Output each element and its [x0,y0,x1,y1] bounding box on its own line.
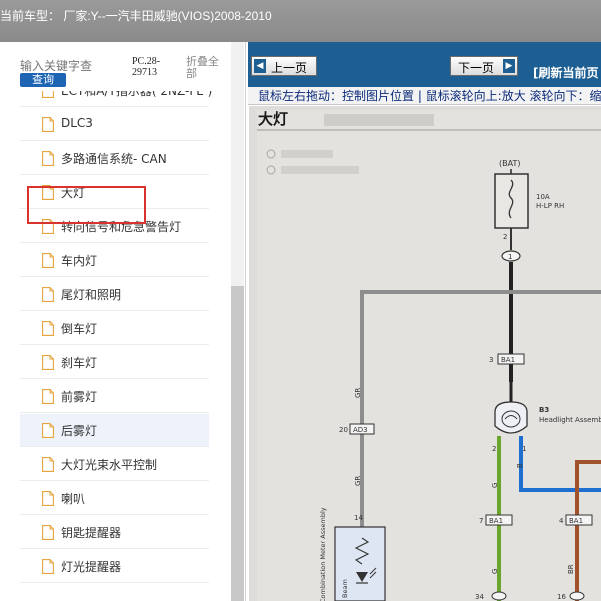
tree-item[interactable]: 车内灯 [20,244,209,277]
connector-ad3: AD3 [353,426,368,434]
tree-item[interactable]: 尾灯和照明 [20,278,209,311]
connector-ba1: BA1 [501,356,515,364]
connector-1: 1 [508,253,512,261]
tree-item-label: 尾灯和照明 [61,288,122,302]
collapse-all-link[interactable]: 折叠全部 [186,56,226,80]
svg-text:2: 2 [492,445,496,453]
svg-text:16: 16 [557,593,566,601]
tree-item-label: DLC3 [61,116,93,130]
document-icon [42,151,54,166]
tree-item[interactable]: 后雾灯 [20,414,209,447]
document-icon [42,253,54,268]
svg-text:14: 14 [354,514,363,522]
document-icon [42,457,54,472]
refresh-page-link[interactable]: [刷新当前页 [533,64,599,81]
tree-item[interactable]: 前雾灯 [20,380,209,413]
tree-item[interactable]: 灯光提醒器 [20,550,209,583]
tree-item-label: 喇叭 [61,492,86,506]
svg-text:4: 4 [559,517,564,525]
document-icon [42,355,54,370]
tree-item[interactable]: 多路通信系统- CAN [20,142,209,175]
svg-text:B: B [516,463,524,468]
current-model-label: 当前车型： 厂家:Y--一汽丰田威驰(VIOS)2008-2010 [0,9,272,23]
tree-item-label: 车内灯 [61,254,98,268]
search-button[interactable]: 查询 [20,73,66,87]
component-b3: B3 [539,406,549,414]
scrollbar-thumb[interactable] [231,286,244,601]
svg-text:G: G [491,569,499,574]
viewer-toolbar: ◀ 上一页 下一页 ▶ [刷新当前页 [248,42,601,87]
left-arrow-icon: ◀ [254,59,266,73]
wire-label-gr: GR [354,388,362,398]
svg-text:34: 34 [475,593,484,601]
svg-text:BA1: BA1 [569,517,583,525]
fuse-rating: 10A [536,193,550,201]
document-icon [42,525,54,540]
tree-item[interactable]: 刹车灯 [20,346,209,379]
tree-item-label: 灯光提醒器 [61,560,122,574]
tree-item-label: 倒车灯 [61,322,98,336]
document-icon [42,117,54,132]
component-name: Headlight Assemb [539,416,601,424]
svg-text:2: 2 [503,233,507,241]
svg-text:7: 7 [479,517,483,525]
tree-item[interactable]: 倒车灯 [20,312,209,345]
tree-item-label: 后雾灯 [61,424,98,438]
document-icon [42,321,54,336]
right-arrow-icon: ▶ [503,59,515,73]
svg-text:GR: GR [354,476,362,486]
viewer-hint: 鼠标左右拖动：控制图片位置 | 鼠标滚轮向上:放大 滚轮向下：缩 [248,87,601,105]
tree-item[interactable]: 大灯光束水平控制 [20,448,209,481]
diagram-viewer: ◀ 上一页 下一页 ▶ [刷新当前页 鼠标左右拖动：控制图片位置 | 鼠标滚轮向… [248,42,601,601]
headlight-bulb-icon [494,401,528,434]
code-label: PC.28-29713 [132,56,161,78]
tree-item-label: 刹车灯 [61,356,98,370]
wiring-diagram[interactable]: 大灯 (BAT) 10A H-LP RH 2 1 3 BA1 GR 20 AD3… [249,106,601,601]
title-bar: 当前车型： 厂家:Y--一汽丰田威驰(VIOS)2008-2010 [0,0,601,42]
meter-label: Combination Meter Assembly [319,507,327,601]
selection-highlight-box [27,186,146,224]
tree-item-label: ECT和A/T指示器( 2NZ-FE ) [61,91,213,98]
tree-item-label: 多路通信系统- CAN [61,152,167,166]
fuse-name: H-LP RH [536,202,564,210]
tree-item[interactable]: ECT和A/T指示器( 2NZ-FE ) [20,91,213,107]
svg-text:BA1: BA1 [489,517,503,525]
tree-item[interactable]: DLC3 [20,108,209,141]
bat-label: (BAT) [499,159,520,168]
next-page-button[interactable]: 下一页 ▶ [450,56,518,76]
tree-item-label: 前雾灯 [61,390,98,404]
document-icon [42,91,54,98]
app-window: 当前车型： 厂家:Y--一汽丰田威驰(VIOS)2008-2010 查询 PC.… [0,0,601,601]
document-icon [42,491,54,506]
search-input[interactable] [20,59,124,73]
tree-item[interactable]: 喇叭 [20,482,209,515]
fuse-box [494,173,529,229]
svg-text:3: 3 [489,356,493,364]
left-panel: 查询 PC.28-29713 折叠全部 ECT和A/T指示器( 2NZ-FE )… [0,42,246,601]
document-icon [42,287,54,302]
tree-item-label: 大灯光束水平控制 [61,458,158,472]
svg-text:20: 20 [339,426,348,434]
diagram-title: 大灯 [258,110,288,128]
svg-text:Beam: Beam [341,579,349,598]
prev-page-button[interactable]: ◀ 上一页 [251,56,317,76]
tree-item-label: 钥匙提醒器 [61,526,122,540]
topic-tree: ECT和A/T指示器( 2NZ-FE ) DLC3 多路通信系统- CAN 大灯 转向信… [0,91,228,601]
svg-text:G: G [491,483,499,488]
svg-text:BR: BR [567,564,575,574]
tree-item[interactable]: 钥匙提醒器 [20,516,209,549]
document-icon [42,389,54,404]
document-icon [42,423,54,438]
document-icon [42,559,54,574]
